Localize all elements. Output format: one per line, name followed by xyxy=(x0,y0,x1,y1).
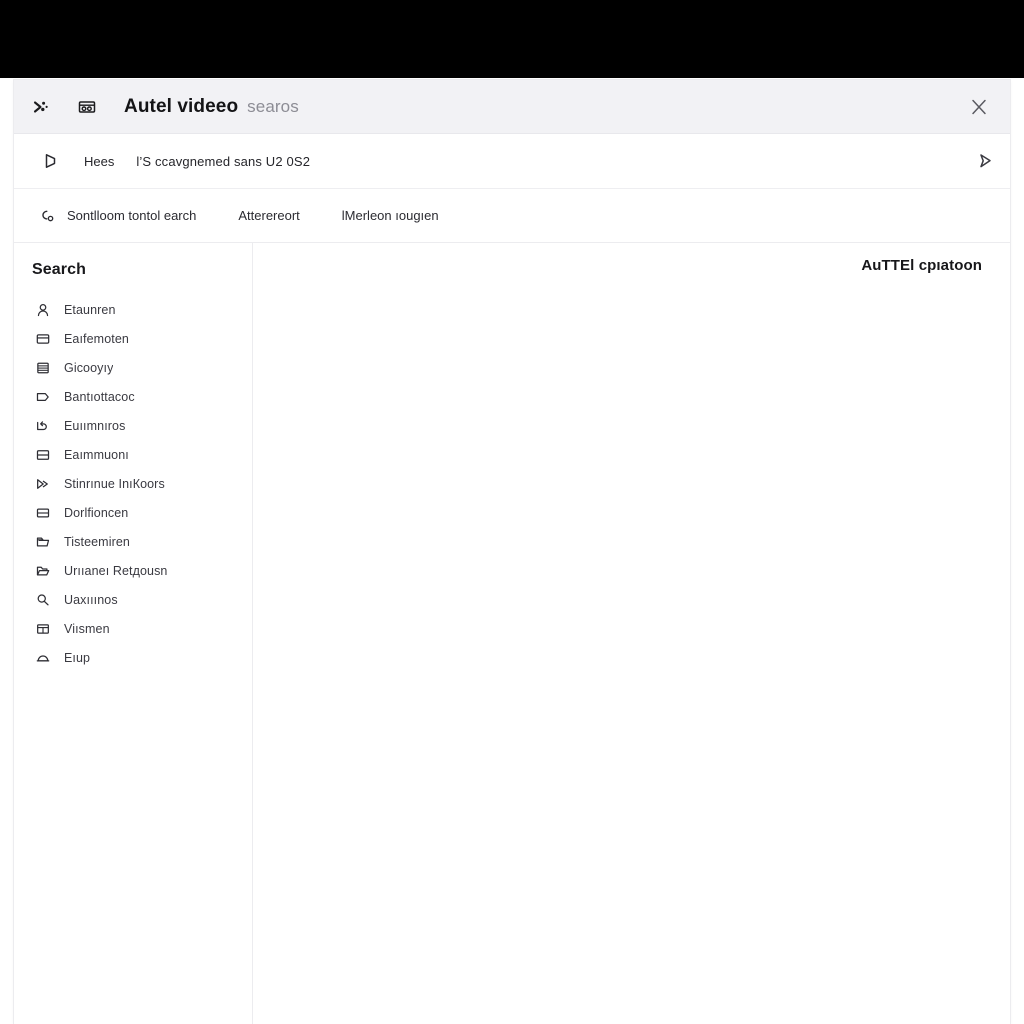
sidebar-item-9[interactable]: Urııаneı Retдousn xyxy=(14,556,252,585)
sidebar-item-10[interactable]: Uaхııınoѕ xyxy=(14,585,252,614)
toolbar-item-2[interactable]: lMerleon ıouɡıеn xyxy=(342,208,439,223)
bell-icon xyxy=(34,649,51,666)
top-black-band xyxy=(0,0,1024,78)
folder-icon xyxy=(34,533,51,550)
title-bar: Autel videeo searos xyxy=(14,80,1010,134)
sidebar-item-6[interactable]: Stinrınue InıКoors xyxy=(14,469,252,498)
search-icon xyxy=(34,591,51,608)
content-panel: AuTTEl cpıatoon xyxy=(253,243,1010,1024)
list-icon xyxy=(34,359,51,376)
sidebar-item-8[interactable]: Tisteemiren xyxy=(14,527,252,556)
sidebar-title: Search xyxy=(32,261,86,278)
sidebar-item-label: Stinrınue InıКoors xyxy=(64,476,165,491)
toolbar: Sontlloom tontol earch Atterereort lMerl… xyxy=(14,189,1010,243)
path-label: Hees xyxy=(84,153,115,169)
sidebar-item-label: Eаımmuonı xyxy=(64,447,129,462)
sidebar-item-3[interactable]: Bantıottacoс xyxy=(14,382,252,411)
sidebar-item-label: Uaхııınoѕ xyxy=(64,592,118,607)
send-icon[interactable] xyxy=(974,150,996,172)
toolbar-item-1[interactable]: Atterereort xyxy=(238,208,299,223)
sidebar-item-12[interactable]: Eıup xyxy=(14,643,252,672)
sidebar-item-0[interactable]: Etаunren xyxy=(14,295,252,324)
reply-icon xyxy=(34,417,51,434)
sidebar-item-1[interactable]: Eaıfemoten xyxy=(14,324,252,353)
window-subtitle: searos xyxy=(247,96,299,116)
sidebar-item-label: Eıup xyxy=(64,650,91,665)
sidebar-item-label: Euıımnıroѕ xyxy=(64,418,126,433)
play-outline-icon[interactable] xyxy=(40,150,62,172)
sidebar-item-5[interactable]: Eаımmuonı xyxy=(14,440,252,469)
sidebar-item-label: Dorlfioncen xyxy=(64,505,129,520)
screen: Autel videeo searos Hees l’S ccavgnemed … xyxy=(0,0,1024,1024)
folder-open-icon xyxy=(34,562,51,579)
sidebar-item-label: Urııаneı Retдousn xyxy=(64,563,168,578)
card-icon xyxy=(34,330,51,347)
user-icon xyxy=(34,301,51,318)
window-title-group: Autel videeo searos xyxy=(124,96,299,118)
sidebar-item-7[interactable]: Dorlfioncen xyxy=(14,498,252,527)
sidebar-item-label: Tisteemiren xyxy=(64,534,130,549)
sidebar-item-label: Viısmen xyxy=(64,621,110,636)
table-icon xyxy=(34,620,51,637)
scatter-dots-icon[interactable] xyxy=(24,90,58,124)
sidebar-item-11[interactable]: Viısmen xyxy=(14,614,252,643)
content-canvas xyxy=(253,295,1010,1024)
sidebar-item-2[interactable]: Gicooyıу xyxy=(14,353,252,382)
body-split: Search Etаunren Eaıfemoten Gicooyıу Bant… xyxy=(14,243,1010,1024)
path-value[interactable]: l’S ccavgnemed sans U2 0S2 xyxy=(136,154,310,169)
play-double-icon xyxy=(34,475,51,492)
window-icon xyxy=(34,446,51,463)
sidebar-item-label: Gicooyıу xyxy=(64,360,114,375)
path-row: Hees l’S ccavgnemed sans U2 0S2 xyxy=(14,134,1010,189)
sidebar-item-label: Etаunren xyxy=(64,302,116,317)
toolbar-item-0[interactable]: Sontlloom tontol earch xyxy=(38,207,196,225)
app-window: Autel videeo searos Hees l’S ccavgnemed … xyxy=(14,80,1010,1024)
video-frame-icon[interactable] xyxy=(70,90,104,124)
panel-icon xyxy=(34,504,51,521)
sidebar-item-label: Bantıottacoс xyxy=(64,389,135,404)
sidebar: Search Etаunren Eaıfemoten Gicooyıу Bant… xyxy=(14,243,253,1024)
window-title: Autel videeo xyxy=(124,95,239,117)
toolbar-item-label: lMerleon ıouɡıеn xyxy=(341,208,439,223)
link-search-icon xyxy=(38,207,56,225)
content-heading: AuTTEl cpıatoon xyxy=(861,257,982,274)
tag-icon xyxy=(34,388,51,405)
close-icon[interactable] xyxy=(962,90,996,124)
sidebar-item-label: Eaıfemoten xyxy=(64,331,129,346)
toolbar-item-label: Atterereort xyxy=(238,208,300,223)
toolbar-item-label: Sontlloom tontol earch xyxy=(67,208,197,223)
sidebar-item-4[interactable]: Euıımnıroѕ xyxy=(14,411,252,440)
